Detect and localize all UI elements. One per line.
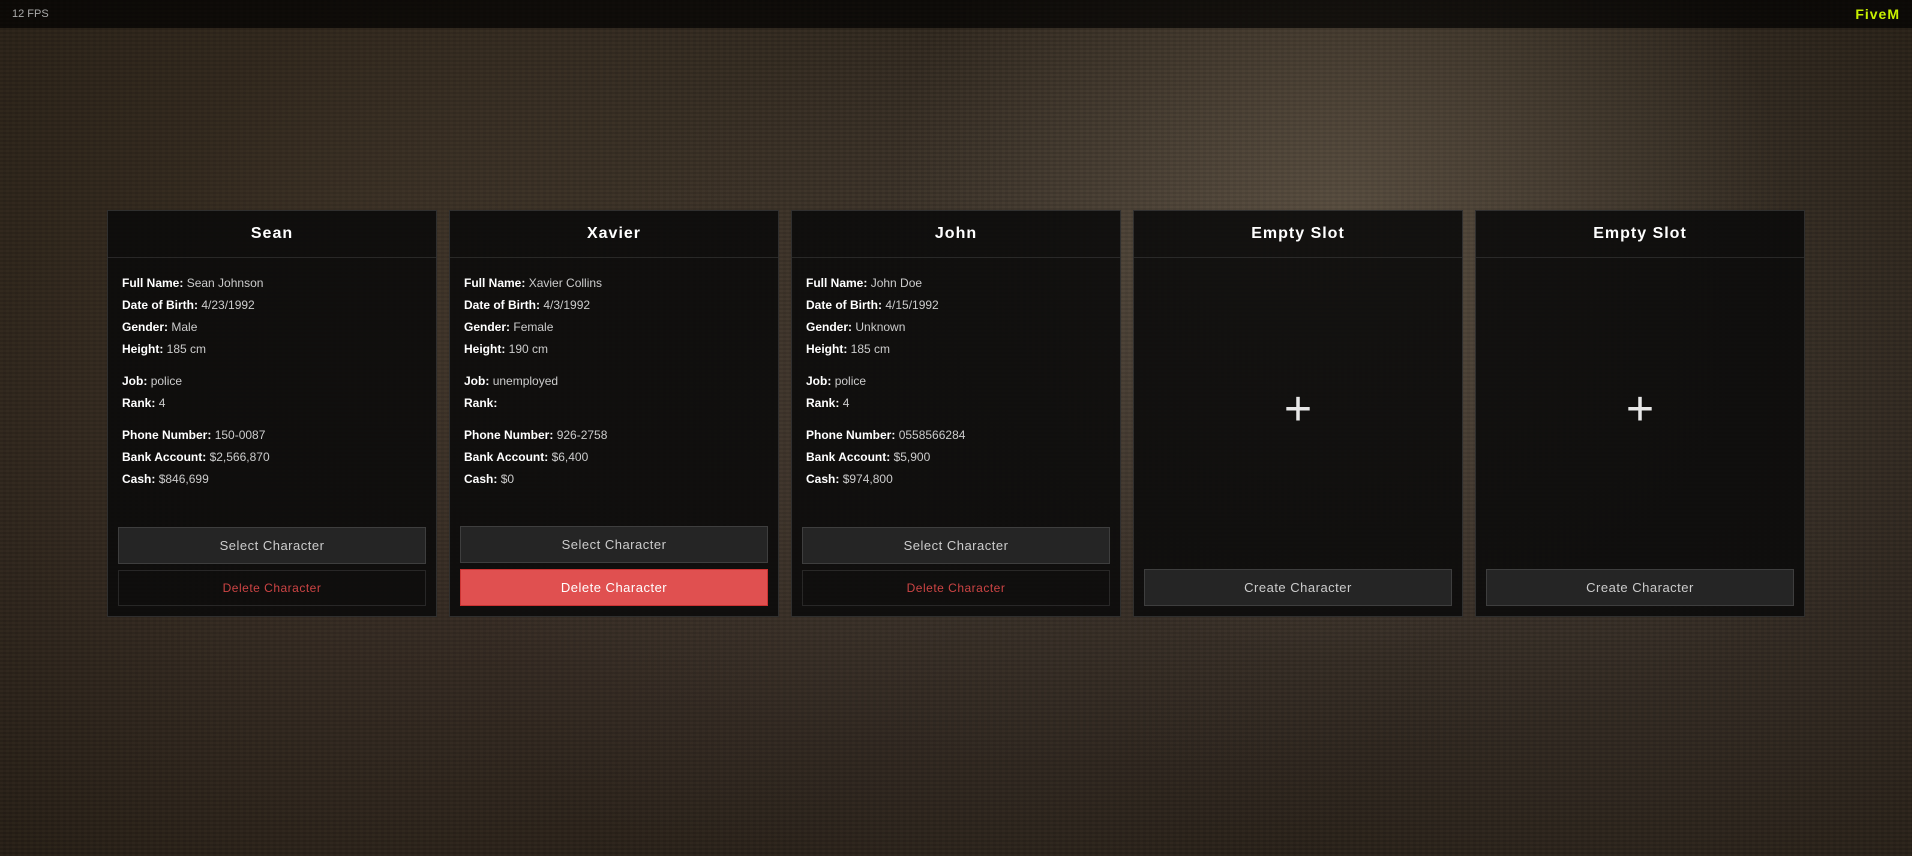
empty-slot-1-header: Empty Slot [1134,211,1462,258]
card-header-xavier: Xavier [450,211,778,258]
character-card-xavier: Xavier Full Name: Xavier Collins Date of… [449,210,779,617]
select-character-john[interactable]: Select Character [802,527,1110,564]
info-rank-sean: Rank: 4 [122,394,422,412]
info-cash-xavier: Cash: $0 [464,470,764,488]
info-phone-john: Phone Number: 0558566284 [806,426,1106,444]
fivem-logo: FiveM [1855,6,1900,22]
top-bar: 12 FPS FiveM [0,0,1912,28]
info-rank-john: Rank: 4 [806,394,1106,412]
info-gender-sean: Gender: Male [122,318,422,336]
info-height-john: Height: 185 cm [806,340,1106,358]
info-job-john: Job: police [806,372,1106,390]
card-header-sean: Sean [108,211,436,258]
info-bank-xavier: Bank Account: $6,400 [464,448,764,466]
info-dob-xavier: Date of Birth: 4/3/1992 [464,296,764,314]
card-footer-sean: Select Character Delete Character [108,519,436,616]
info-gender-john: Gender: Unknown [806,318,1106,336]
info-cash-sean: Cash: $846,699 [122,470,422,488]
empty-slot-2: Empty Slot + Create Character [1475,210,1805,617]
info-dob-john: Date of Birth: 4/15/1992 [806,296,1106,314]
card-header-john: John [792,211,1120,258]
select-character-sean[interactable]: Select Character [118,527,426,564]
delete-character-john[interactable]: Delete Character [802,570,1110,606]
card-body-xavier: Full Name: Xavier Collins Date of Birth:… [450,258,778,518]
info-bank-sean: Bank Account: $2,566,870 [122,448,422,466]
empty-slot-2-footer: Create Character [1476,561,1804,616]
empty-slot-2-body: + [1476,258,1804,561]
fps-counter: 12 FPS [12,8,49,20]
card-name-john: John [935,225,977,242]
cards-container: Sean Full Name: Sean Johnson Date of Bir… [107,210,1805,617]
info-fullname-john: Full Name: John Doe [806,274,1106,292]
empty-slot-2-title: Empty Slot [1593,225,1687,242]
plus-icon-2: + [1626,386,1654,434]
info-height-sean: Height: 185 cm [122,340,422,358]
info-gender-xavier: Gender: Female [464,318,764,336]
card-footer-xavier: Select Character Delete Character [450,518,778,616]
card-name-sean: Sean [251,225,293,242]
empty-slot-1: Empty Slot + Create Character [1133,210,1463,617]
delete-character-xavier[interactable]: Delete Character [460,569,768,606]
info-height-xavier: Height: 190 cm [464,340,764,358]
card-body-john: Full Name: John Doe Date of Birth: 4/15/… [792,258,1120,519]
card-body-sean: Full Name: Sean Johnson Date of Birth: 4… [108,258,436,519]
info-cash-john: Cash: $974,800 [806,470,1106,488]
info-dob-sean: Date of Birth: 4/23/1992 [122,296,422,314]
delete-character-sean[interactable]: Delete Character [118,570,426,606]
character-card-john: John Full Name: John Doe Date of Birth: … [791,210,1121,617]
empty-slot-1-body: + [1134,258,1462,561]
info-rank-xavier: Rank: [464,394,764,412]
info-fullname-sean: Full Name: Sean Johnson [122,274,422,292]
empty-slot-2-header: Empty Slot [1476,211,1804,258]
plus-icon-1: + [1284,386,1312,434]
select-character-xavier[interactable]: Select Character [460,526,768,563]
info-phone-xavier: Phone Number: 926-2758 [464,426,764,444]
empty-slot-1-title: Empty Slot [1251,225,1345,242]
empty-slot-1-footer: Create Character [1134,561,1462,616]
create-character-1[interactable]: Create Character [1144,569,1452,606]
info-job-xavier: Job: unemployed [464,372,764,390]
info-phone-sean: Phone Number: 150-0087 [122,426,422,444]
info-job-sean: Job: police [122,372,422,390]
info-fullname-xavier: Full Name: Xavier Collins [464,274,764,292]
create-character-2[interactable]: Create Character [1486,569,1794,606]
card-footer-john: Select Character Delete Character [792,519,1120,616]
card-name-xavier: Xavier [587,225,641,242]
character-card-sean: Sean Full Name: Sean Johnson Date of Bir… [107,210,437,617]
info-bank-john: Bank Account: $5,900 [806,448,1106,466]
